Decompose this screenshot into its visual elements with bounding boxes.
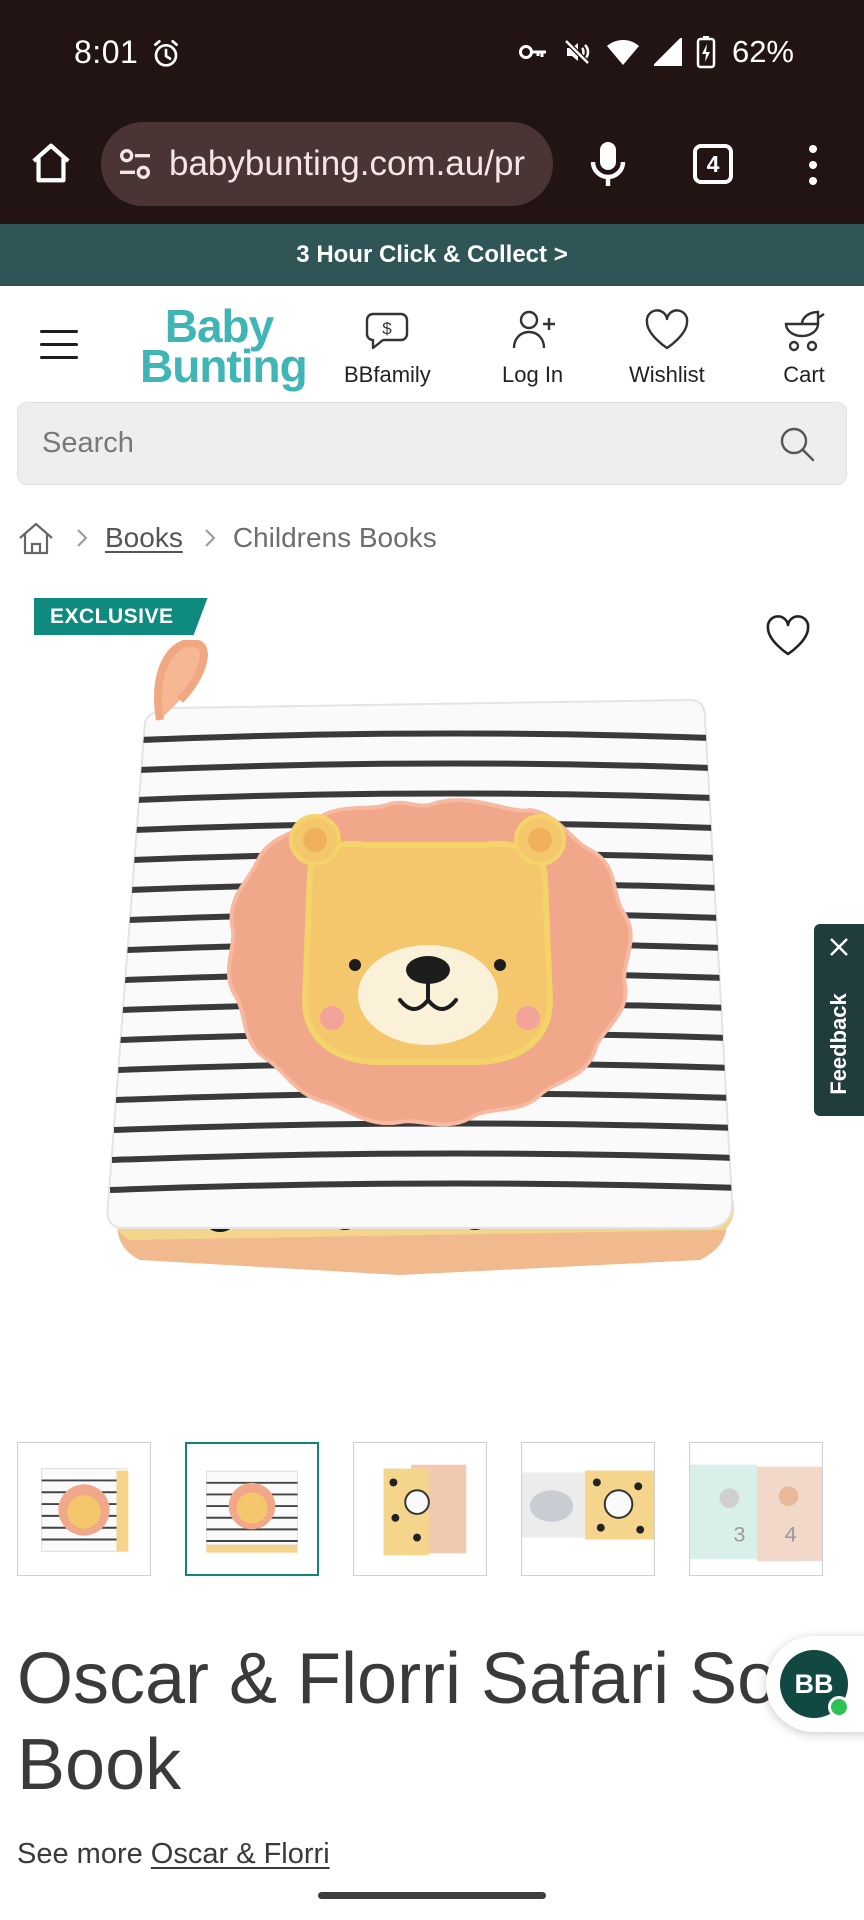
search-input[interactable] (42, 403, 742, 484)
user-add-icon (512, 310, 555, 349)
product-image[interactable] (100, 640, 760, 1300)
tab-switcher-button[interactable]: 4 (693, 144, 733, 184)
heart-icon (645, 309, 689, 350)
search-bar[interactable] (17, 402, 847, 485)
thumbnail-image (205, 1470, 299, 1553)
thumbnail-image (383, 1464, 467, 1556)
hamburger-menu-icon[interactable] (40, 330, 78, 360)
close-icon[interactable] (828, 936, 850, 958)
alarm-icon (154, 40, 178, 67)
nav-bbfamily-label: BBfamily (344, 362, 431, 387)
thumbnail-3[interactable] (353, 1442, 487, 1576)
more-vert-icon[interactable] (808, 144, 818, 186)
thumbnail-gallery: 3 4 (17, 1442, 823, 1576)
baby-bunting-logo[interactable]: Baby Bunting (140, 303, 308, 392)
thumbnail-5[interactable]: 3 4 (689, 1442, 823, 1576)
nav-cart[interactable]: Cart (780, 306, 828, 388)
click-collect-banner[interactable]: 3 Hour Click & Collect > (0, 224, 864, 286)
signal-icon (653, 38, 682, 66)
bbfamily-icon: $ (366, 312, 409, 350)
svg-text:$: $ (383, 319, 393, 338)
feedback-label[interactable]: Feedback (826, 993, 852, 1095)
nav-login[interactable]: Log In (502, 306, 563, 388)
chevron-right-icon (77, 529, 88, 547)
thumbnail-image (522, 1470, 654, 1540)
online-status-dot (828, 1696, 850, 1718)
thumbnail-1[interactable] (17, 1442, 151, 1576)
nav-login-label: Log In (502, 362, 564, 387)
wifi-icon (606, 40, 639, 65)
exclusive-badge: EXCLUSIVE (34, 598, 208, 635)
svg-text:4: 4 (785, 1522, 797, 1547)
see-more-brand: See more Oscar & Florri (17, 1838, 330, 1871)
chevron-right-icon (205, 529, 216, 547)
search-icon[interactable] (778, 425, 816, 463)
chat-widget[interactable]: BB (766, 1636, 864, 1732)
status-time: 8:01 (74, 34, 139, 70)
logo-line2: Bunting (140, 340, 308, 392)
feedback-tab[interactable]: Feedback (814, 924, 864, 1116)
svg-text:3: 3 (733, 1522, 745, 1547)
thumbnail-2[interactable] (185, 1442, 319, 1576)
nav-wishlist-label: Wishlist (629, 362, 705, 387)
thumbnail-image (41, 1468, 129, 1552)
thumbnail-image: 3 4 (690, 1464, 822, 1562)
home-icon[interactable] (28, 140, 74, 186)
breadcrumb-current: Childrens Books (232, 522, 437, 553)
url-text[interactable]: babybunting.com.au/pr (169, 144, 525, 184)
site-settings-icon[interactable] (115, 144, 155, 184)
nav-wishlist[interactable]: Wishlist (629, 306, 705, 388)
thumbnail-4[interactable] (521, 1442, 655, 1576)
brand-link[interactable]: Oscar & Florri (151, 1838, 330, 1870)
site-header: Baby Bunting $ BBfamily Log In Wishlist (0, 286, 864, 398)
nav-bbfamily[interactable]: $ BBfamily (344, 306, 431, 388)
vpn-key-icon (518, 45, 546, 59)
pram-cart-icon (784, 310, 825, 352)
status-bar: 8:01 62% (0, 0, 864, 108)
gesture-navigation-bar[interactable] (318, 1892, 546, 1899)
product-title: Oscar & Florri Safari Soft Book (17, 1639, 818, 1805)
home-icon[interactable] (17, 519, 55, 557)
url-bar[interactable]: babybunting.com.au/pr (101, 122, 553, 206)
nav-cart-label: Cart (783, 362, 825, 387)
add-to-wishlist-heart-icon[interactable] (765, 614, 811, 658)
battery-percent: 62% (731, 34, 794, 69)
breadcrumb: Books Childrens Books (17, 518, 437, 558)
breadcrumb-books[interactable]: Books (105, 522, 183, 554)
see-more-prefix: See more (17, 1838, 143, 1870)
browser-toolbar: babybunting.com.au/pr 4 (0, 108, 864, 224)
microphone-icon[interactable] (588, 140, 628, 188)
status-icons: 62% (518, 34, 794, 70)
mute-icon (564, 39, 590, 65)
battery-charging-icon (696, 36, 716, 69)
